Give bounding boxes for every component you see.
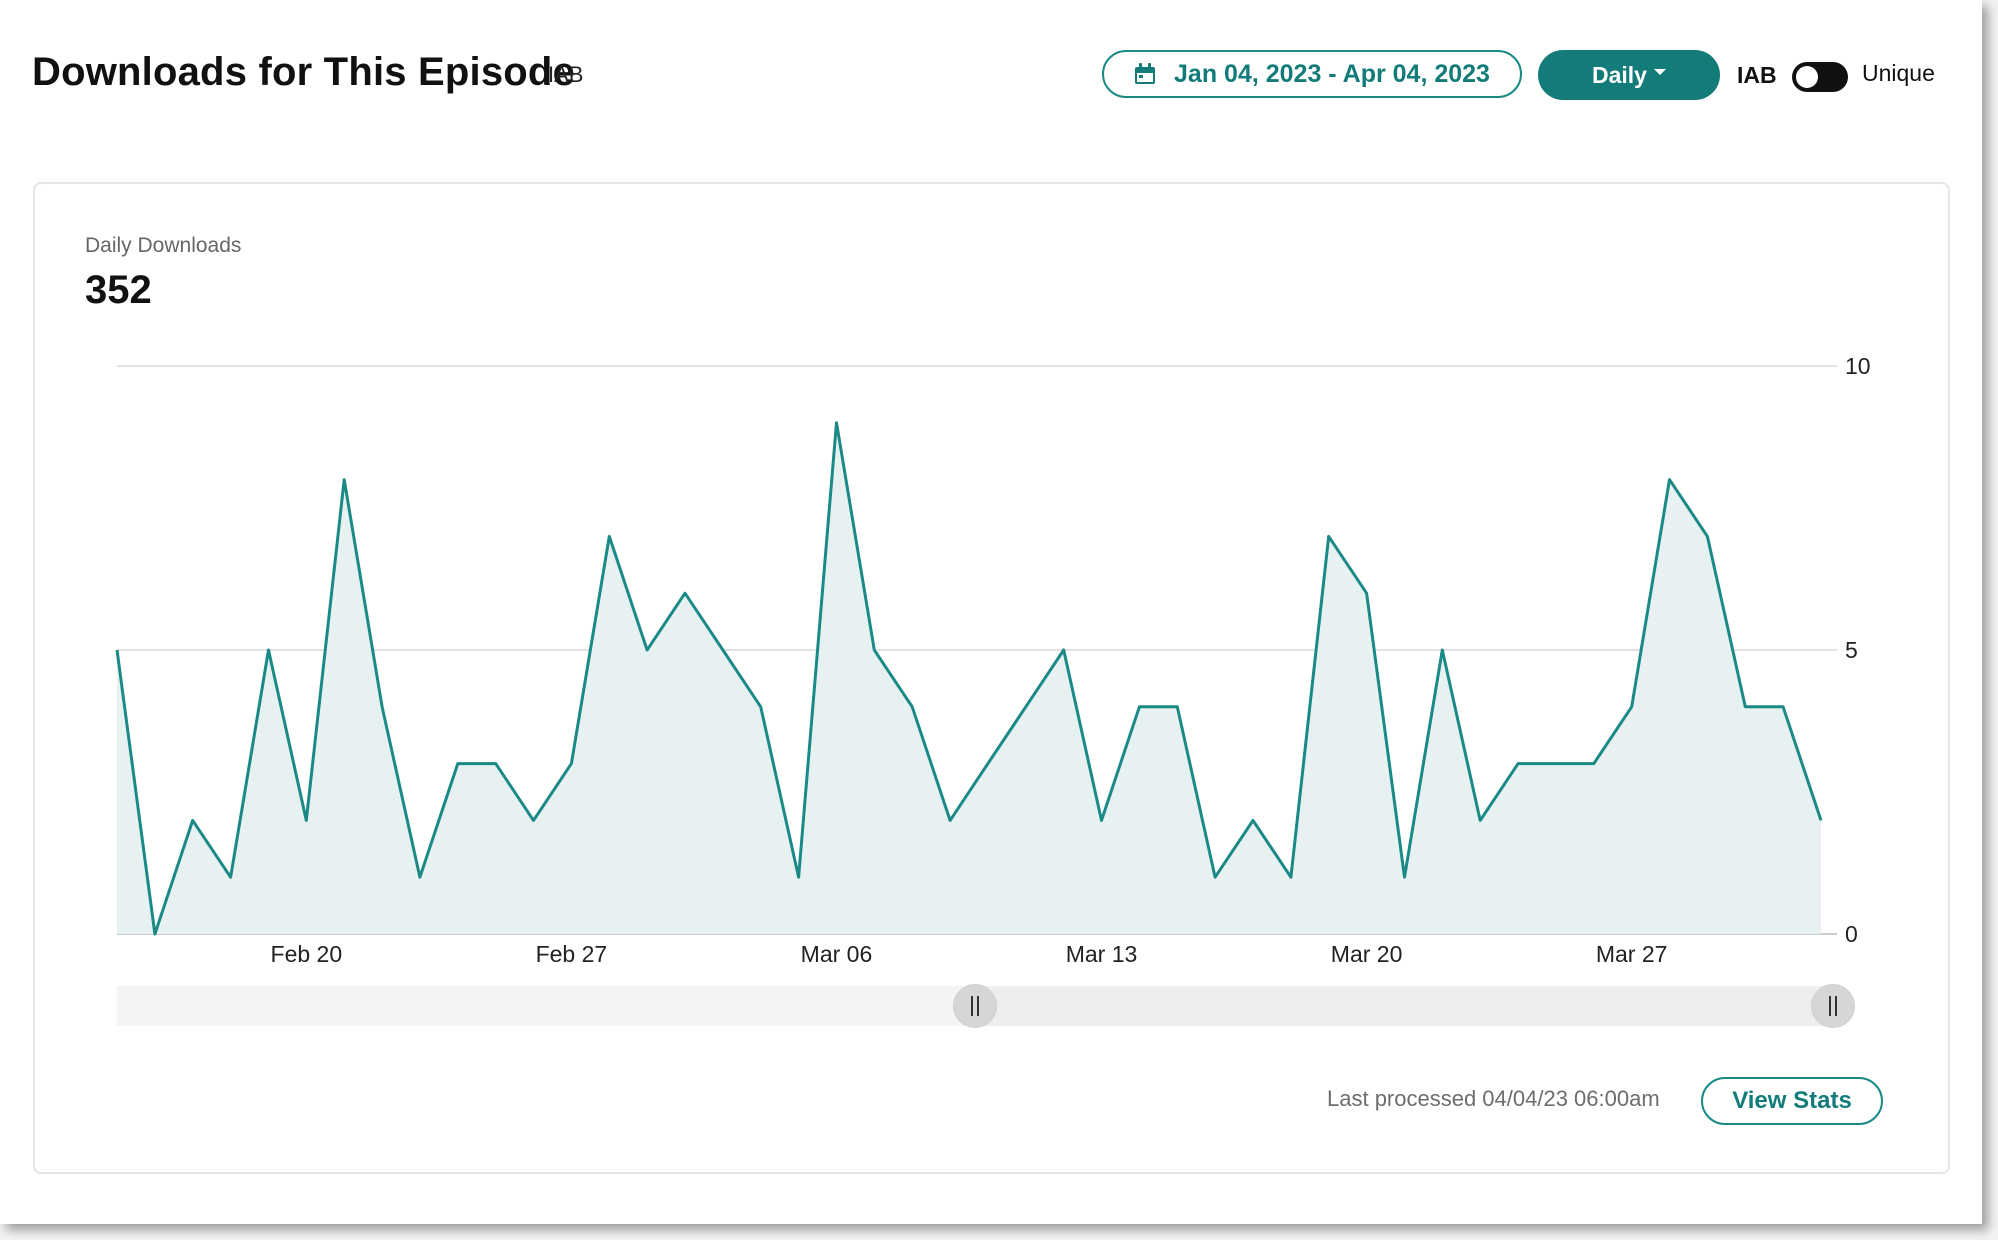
unique-label: Unique — [1862, 60, 1935, 86]
unique-toggle[interactable] — [1792, 62, 1848, 92]
downloads-chart: 0 5 10 Feb 20 Feb 27 Mar 06 Mar 13 Mar 20 Mar 27 — [115, 353, 1871, 967]
period-dropdown[interactable]: Daily — [1538, 50, 1720, 100]
y-tick-label: 0 — [1845, 921, 1858, 947]
date-range-button[interactable]: Jan 04, 2023 - Apr 04, 2023 — [1102, 50, 1522, 98]
y-tick-label: 5 — [1845, 637, 1858, 663]
x-tick-label: Mar 27 — [1596, 941, 1668, 967]
downloads-card: Daily Downloads 352 0 5 10 Feb 20 Feb 27 Mar … — [33, 182, 1950, 1174]
date-range-label: Jan 04, 2023 - Apr 04, 2023 — [1174, 59, 1490, 88]
caret-down-icon — [1653, 69, 1666, 75]
grip-icon — [1829, 996, 1837, 1016]
iab-label: IAB — [1737, 62, 1777, 88]
page-title: Downloads for This Episode — [32, 50, 576, 94]
range-selected[interactable] — [975, 986, 1833, 1026]
x-tick-label: Feb 27 — [536, 941, 608, 967]
title-badge: IAB — [548, 62, 584, 87]
last-processed-text: Last processed 04/04/23 06:00am — [1327, 1086, 1660, 1111]
y-tick-label: 10 — [1845, 353, 1871, 379]
calendar-icon — [1134, 63, 1156, 85]
period-label: Daily — [1592, 61, 1647, 88]
grip-icon — [971, 996, 979, 1016]
view-stats-button[interactable]: View Stats — [1701, 1077, 1883, 1125]
x-tick-label: Mar 20 — [1331, 941, 1403, 967]
toggle-knob — [1796, 66, 1818, 88]
x-tick-label: Mar 13 — [1066, 941, 1138, 967]
series-area — [117, 422, 1821, 934]
x-tick-label: Feb 20 — [271, 941, 343, 967]
range-handle-right[interactable] — [1811, 984, 1855, 1028]
range-handle-left[interactable] — [953, 984, 997, 1028]
app-window: Downloads for This Episode IAB Jan 04, 2… — [0, 0, 1982, 1224]
x-tick-label: Mar 06 — [801, 941, 873, 967]
